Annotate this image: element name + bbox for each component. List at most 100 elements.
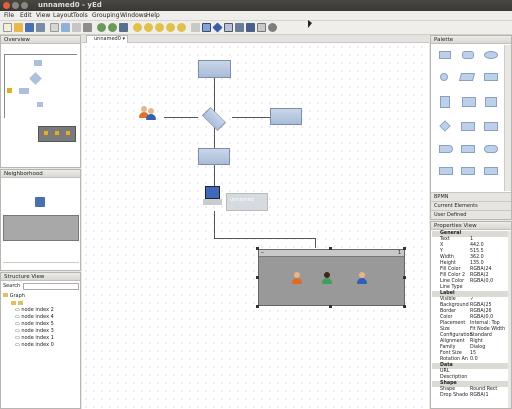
shape-circle[interactable] <box>440 73 448 81</box>
list-item[interactable]: ▭ node index 1 <box>15 335 54 341</box>
menu-edit[interactable]: Edit <box>20 12 32 19</box>
close-window-button[interactable] <box>3 2 10 9</box>
list-item[interactable]: ▭ node index 4 <box>15 314 54 320</box>
grid-icon[interactable] <box>119 23 128 32</box>
properties-panel: Properties View General Text 1 X 442.0 Y 51… <box>430 221 512 409</box>
process-node-right[interactable] <box>270 108 302 125</box>
copy-icon[interactable] <box>72 23 81 32</box>
shape-cross[interactable] <box>461 167 475 175</box>
save-as-icon[interactable] <box>36 23 45 32</box>
new-document-icon[interactable] <box>3 23 12 32</box>
diamond-icon[interactable] <box>212 22 223 33</box>
menu-help[interactable]: Help <box>146 12 160 19</box>
group-minimize-button[interactable]: – <box>261 249 264 256</box>
edge[interactable] <box>315 238 316 248</box>
selection-handle[interactable] <box>256 305 259 308</box>
zoom-original-icon[interactable] <box>177 23 186 32</box>
shape-document[interactable] <box>484 167 498 175</box>
selection-handle[interactable] <box>403 276 406 279</box>
shape-rect[interactable] <box>439 51 451 59</box>
menu-windows[interactable]: Windows <box>120 12 147 19</box>
list-item[interactable]: ▭ node index 5 <box>15 321 54 327</box>
minimize-window-button[interactable] <box>12 2 19 9</box>
node-label-popup[interactable]: unnamed <box>226 193 268 211</box>
shape-capsule[interactable] <box>484 145 498 153</box>
list-item[interactable]: ▭ node index 2 <box>15 307 54 313</box>
selection-handle[interactable] <box>403 247 406 250</box>
selection-handle[interactable] <box>256 276 259 279</box>
shape-octagon[interactable] <box>461 145 475 153</box>
grid-snap-icon[interactable] <box>202 23 211 32</box>
edge[interactable] <box>232 117 270 118</box>
properties-scrollbar[interactable] <box>508 231 511 408</box>
shape-hexagon[interactable] <box>484 73 498 81</box>
palette-section-bpmn[interactable]: BPMN <box>431 192 511 201</box>
list-item[interactable]: ▭ node index 3 <box>15 328 54 334</box>
menu-file[interactable]: File <box>4 12 14 19</box>
open-folder-icon[interactable] <box>14 23 23 32</box>
ungroup-icon[interactable] <box>235 23 244 32</box>
edge[interactable] <box>214 211 215 238</box>
shape-star[interactable] <box>439 167 453 175</box>
group-header[interactable]: – 1 <box>259 249 404 257</box>
tab-unnamed0[interactable]: unnamed0 ▾ <box>86 35 128 43</box>
shape-tab[interactable] <box>484 122 498 131</box>
neighborhood-controls[interactable] <box>3 262 79 270</box>
layout-icon[interactable] <box>257 23 266 32</box>
shape-parallelogram[interactable] <box>458 73 476 81</box>
redo-icon[interactable] <box>108 23 117 32</box>
palette-section-current[interactable]: Current Elements <box>431 201 511 210</box>
shape-icon[interactable] <box>268 23 277 32</box>
person-green-icon[interactable] <box>322 272 332 284</box>
decision-node[interactable] <box>201 106 227 132</box>
shape-rect-tall[interactable] <box>440 96 450 108</box>
selection-handle[interactable] <box>256 247 259 250</box>
process-node[interactable] <box>198 60 231 78</box>
palette-scrollbar[interactable] <box>504 45 511 191</box>
menu-view[interactable]: View <box>36 12 50 19</box>
cut-icon[interactable] <box>61 23 70 32</box>
edge[interactable] <box>164 117 198 118</box>
shape-ellipse[interactable] <box>484 51 498 59</box>
shape-rect-wide[interactable] <box>462 97 476 107</box>
shape-roundrect[interactable] <box>462 51 474 59</box>
menu-tools[interactable]: Tools <box>73 12 88 19</box>
undo-icon[interactable] <box>97 23 106 32</box>
save-icon[interactable] <box>25 23 34 32</box>
user-icon[interactable] <box>146 108 156 120</box>
neighborhood-group[interactable] <box>3 215 79 241</box>
maximize-window-button[interactable] <box>21 2 28 9</box>
shape-square[interactable] <box>485 97 497 107</box>
delete-icon[interactable] <box>83 23 92 32</box>
tree-root-graph[interactable]: Graph <box>3 293 25 299</box>
zoom-selection-icon[interactable] <box>166 23 175 32</box>
group-node[interactable]: – 1 <box>258 249 405 306</box>
prop-row[interactable]: Drop Shado RGBA(1 <box>432 393 508 399</box>
snap-icon[interactable] <box>191 23 200 32</box>
list-item[interactable]: ▭ node index 0 <box>15 342 54 348</box>
palette-shapes[interactable] <box>433 45 503 191</box>
palette-section-user[interactable]: User Defined <box>431 210 511 219</box>
fold-icon[interactable] <box>246 23 255 32</box>
shape-delay[interactable] <box>439 145 453 153</box>
zoom-out-icon[interactable] <box>144 23 153 32</box>
group-icon[interactable] <box>224 23 233 32</box>
menu-layout[interactable]: Layout <box>53 12 73 19</box>
selection-handle[interactable] <box>329 305 332 308</box>
person-blue-icon[interactable] <box>357 272 367 284</box>
menu-grouping[interactable]: Grouping <box>92 12 120 19</box>
structure-search-input[interactable] <box>23 283 79 290</box>
zoom-in-icon[interactable] <box>133 23 142 32</box>
person-orange-icon[interactable] <box>292 272 302 284</box>
selection-handle[interactable] <box>403 305 406 308</box>
selection-handle[interactable] <box>329 247 332 250</box>
properties-icon[interactable] <box>50 23 59 32</box>
zoom-fit-icon[interactable] <box>155 23 164 32</box>
shape-trapezoid[interactable] <box>461 122 475 131</box>
shape-diamond[interactable] <box>439 120 451 132</box>
computer-node-icon[interactable] <box>205 186 220 199</box>
edge[interactable] <box>214 238 316 239</box>
process-node-bottom[interactable] <box>198 148 230 165</box>
graph-canvas[interactable]: unnamed – 1 <box>82 43 429 409</box>
overview-thumbnail[interactable] <box>4 48 77 163</box>
